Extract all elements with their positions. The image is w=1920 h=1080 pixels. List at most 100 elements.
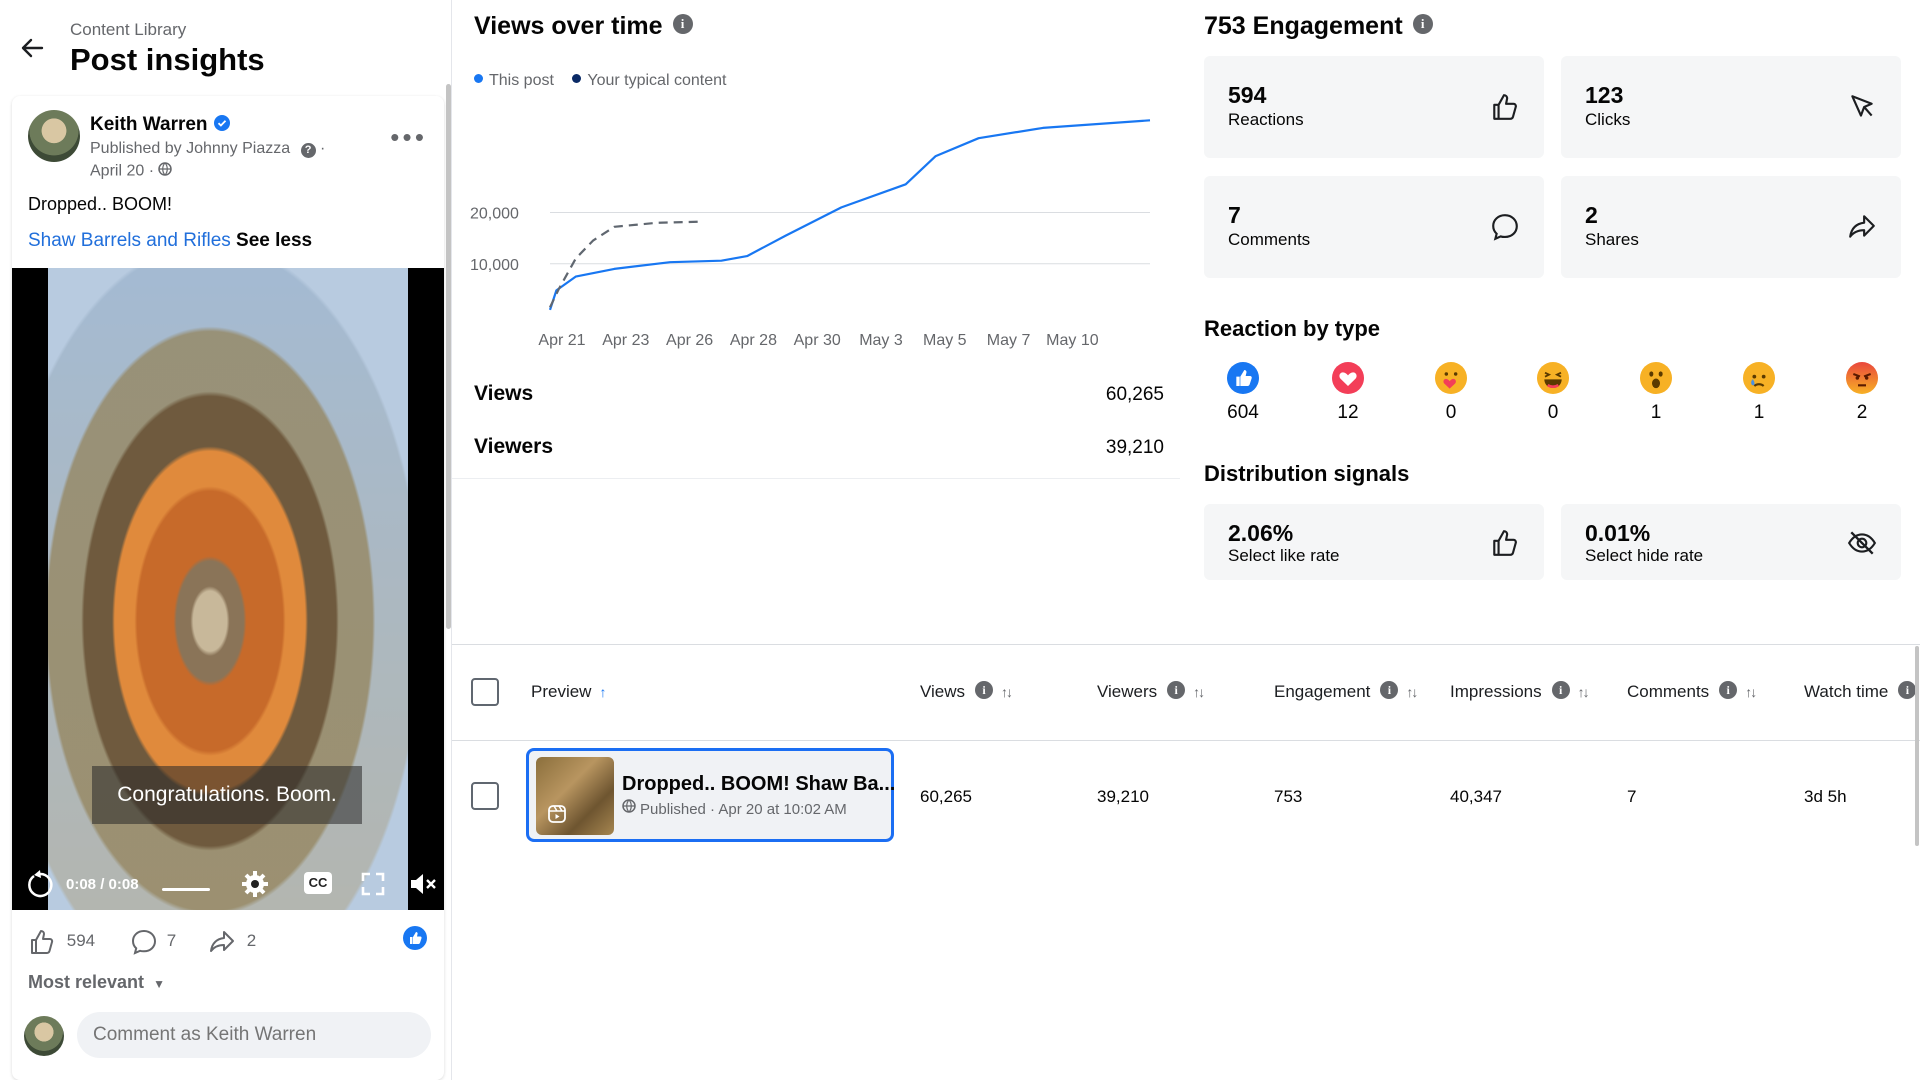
sort-icon: ↑↓ (1001, 684, 1013, 700)
wow-count: 1 (1650, 402, 1662, 423)
like-rate-card[interactable]: 2.06% Select like rate (1204, 504, 1544, 580)
clicks-card[interactable]: 123 Clicks (1561, 56, 1901, 158)
sort-up-icon: ↑ (599, 684, 606, 700)
sort-icon: ↑↓ (1406, 684, 1418, 700)
row-engagement: 753 (1274, 787, 1303, 806)
more-options-icon[interactable]: • • • (390, 122, 424, 153)
author-name[interactable]: Keith Warren (90, 114, 208, 135)
like-reaction-icon[interactable] (403, 926, 427, 955)
back-arrow-icon[interactable] (14, 30, 50, 66)
shares-label: Shares (1585, 230, 1639, 249)
hide-rate-card[interactable]: 0.01% Select hide rate (1561, 504, 1901, 580)
x-tick-label: Apr 26 (666, 332, 713, 349)
care-reaction-icon (1435, 362, 1467, 394)
col-preview[interactable]: Preview ↑ (531, 682, 606, 702)
clicks-value: 123 (1585, 82, 1624, 108)
video-scrubber[interactable] (162, 888, 210, 891)
col-impressions[interactable]: Impressions i ↑↓ (1450, 680, 1590, 702)
col-watch-time-label: Watch time (1804, 682, 1889, 701)
globe-icon (622, 799, 636, 817)
row-checkbox[interactable] (471, 782, 499, 810)
table-top-divider (452, 644, 1920, 645)
comment-sort-dropdown[interactable]: Most relevant ▼ (28, 972, 165, 993)
y-tick-label: 20,000 (470, 206, 519, 223)
haha-reaction-icon (1537, 362, 1569, 394)
distribution-title: Distribution signals (1204, 461, 1410, 486)
post-actions: 594 7 2 (12, 922, 444, 962)
info-icon[interactable]: i (1412, 14, 1433, 35)
mute-icon[interactable] (408, 869, 438, 899)
views-chart-title: Views over time (474, 12, 663, 40)
reactions-label: Reactions (1228, 110, 1304, 129)
col-watch-time[interactable]: Watch time i (1804, 680, 1917, 702)
chart-bottom-divider (452, 478, 1180, 479)
caret-down-icon: ▼ (153, 977, 165, 991)
series-typical-line (549, 220, 701, 308)
see-less-link[interactable]: See less (236, 230, 312, 251)
like-action[interactable]: 594 (28, 928, 95, 956)
comment-action[interactable]: 7 (130, 928, 176, 956)
info-icon[interactable]: i (1719, 680, 1738, 699)
info-icon[interactable]: i (1380, 680, 1399, 699)
verified-badge-icon (213, 114, 230, 131)
viewers-value: 39,210 (1105, 437, 1164, 458)
info-icon[interactable]: i (672, 14, 693, 35)
help-icon[interactable]: ? (300, 143, 316, 158)
col-comments[interactable]: Comments i ↑↓ (1627, 680, 1757, 702)
x-tick-label: Apr 28 (730, 332, 777, 349)
like-rate-label: Select like rate (1228, 546, 1340, 565)
shares-card[interactable]: 2 Shares (1561, 176, 1901, 278)
post-preview-cell[interactable]: Dropped.. BOOM! Shaw Ba... Published · A… (526, 748, 896, 842)
video-time: 0:08 / 0:08 (66, 876, 139, 893)
comments-card[interactable]: 7 Comments (1204, 176, 1544, 278)
page-link[interactable]: Shaw Barrels and Rifles (28, 230, 231, 251)
shares-value: 2 (1585, 202, 1598, 228)
commenter-avatar (24, 1016, 64, 1056)
video-caption: Congratulations. Boom. (92, 766, 362, 824)
published-by-name[interactable]: Johnny Piazza (186, 140, 290, 157)
sort-icon: ↑↓ (1745, 684, 1757, 700)
breadcrumb[interactable]: Content Library (70, 20, 186, 40)
col-viewers[interactable]: Viewers i ↑↓ (1097, 680, 1205, 702)
sort-label: Most relevant (28, 972, 145, 992)
col-engagement[interactable]: Engagement i ↑↓ (1274, 680, 1418, 702)
info-icon[interactable]: i (1898, 680, 1917, 699)
col-views[interactable]: Views i ↑↓ (920, 680, 1013, 702)
post-date[interactable]: April 20 · (90, 163, 154, 180)
row-viewers: 39,210 (1097, 787, 1149, 806)
info-icon[interactable]: i (1551, 680, 1570, 699)
reactions-card[interactable]: 594 Reactions (1204, 56, 1544, 158)
eye-slash-icon (1847, 531, 1877, 555)
fullscreen-icon[interactable] (360, 869, 386, 899)
table-scrollbar[interactable] (1915, 646, 1919, 846)
replay-icon[interactable] (26, 869, 54, 899)
care-count: 0 (1445, 402, 1457, 423)
chart-legend: This post Your typical content (474, 72, 726, 90)
info-icon[interactable]: i (1167, 680, 1186, 699)
avatar[interactable] (28, 110, 80, 162)
x-tick-label: May 10 (1046, 332, 1099, 349)
share-action[interactable]: 2 (208, 928, 256, 956)
reaction-angry: 2 (1832, 362, 1892, 424)
captions-icon[interactable]: CC (304, 872, 332, 894)
legend-this-post: This post (489, 72, 554, 89)
comment-input[interactable] (77, 1012, 431, 1058)
video-player[interactable]: Congratulations. Boom. 0:08 / 0:08 CC (12, 268, 444, 910)
sort-icon: ↑↓ (1193, 684, 1205, 700)
col-engagement-label: Engagement (1274, 682, 1371, 701)
info-icon[interactable]: i (975, 680, 994, 699)
haha-count: 0 (1547, 402, 1559, 423)
comments-value: 7 (1228, 202, 1241, 228)
x-tick-label: May 3 (859, 332, 903, 349)
col-viewers-label: Viewers (1097, 682, 1158, 701)
love-count: 12 (1337, 402, 1359, 423)
views-line-chart: 20,000 10,000 Apr 21 Apr 23 Apr 26 Apr 28 Apr … (470, 119, 1151, 349)
reaction-by-type-title: Reaction by type (1204, 316, 1381, 341)
reaction-care: 0 (1421, 362, 1481, 424)
left-scrollbar[interactable] (446, 84, 451, 629)
views-label: Views (474, 382, 534, 405)
preview-title: Dropped.. BOOM! Shaw Ba... (622, 773, 896, 795)
settings-gear-icon[interactable] (240, 869, 270, 899)
row-views: 60,265 (920, 787, 972, 806)
select-all-checkbox[interactable] (471, 678, 499, 706)
